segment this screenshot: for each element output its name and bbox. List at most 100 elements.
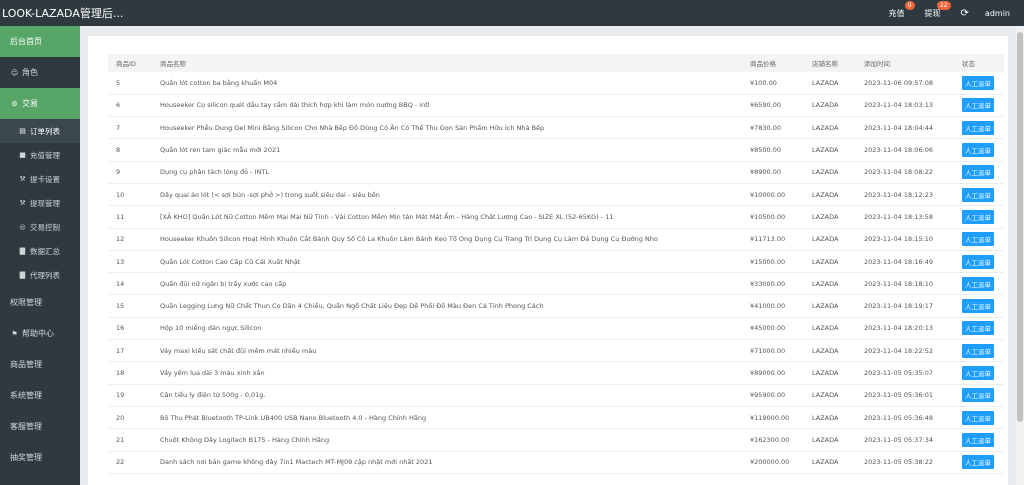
table-row: 21 Chuột Không Dây Logitech B175 - Hàng C… <box>108 428 1004 452</box>
sidebar-sub-label: 订单列表 <box>30 126 60 136</box>
user-menu[interactable]: admin <box>979 9 1024 18</box>
sidebar-sub-recharge[interactable]: ■ 充值管理 <box>0 143 80 167</box>
sidebar-item-help[interactable]: ⚑ 帮助中心 <box>0 318 80 349</box>
dispatch-button[interactable]: 人工派单 <box>962 98 994 113</box>
cell-time: 2023-11-04 18:03:13 <box>856 94 954 118</box>
recharge-label: 充值 <box>888 8 905 18</box>
cell-time: 2023-11-04 18:22:52 <box>856 339 954 363</box>
dispatch-button[interactable]: 人工派单 <box>962 455 994 470</box>
dispatch-button[interactable]: 人工派单 <box>962 366 994 380</box>
sidebar-item-products[interactable]: 商品管理 <box>0 349 80 380</box>
cell-time: 2023-11-04 18:19:17 <box>856 294 954 318</box>
cell-shop: LAZADA <box>804 183 856 207</box>
cell-time: 2023-11-05 05:36:48 <box>856 406 954 430</box>
sidebar-item-trade[interactable]: ⚙ 交易 <box>0 88 80 119</box>
dispatch-button[interactable]: 人工派单 <box>962 343 994 358</box>
cell-price: ¥41000.00 <box>742 294 804 318</box>
cell-name: Cân tiểu ly điện tử 500g - 0,01g. <box>152 384 742 407</box>
cell-time: 2023-11-04 18:06:06 <box>856 138 954 162</box>
cell-price: ¥45000.00 <box>742 317 804 341</box>
sidebar-item-role[interactable]: ☺ 角色 <box>0 57 80 88</box>
dispatch-button[interactable]: 人工派单 <box>962 254 994 269</box>
sidebar-item-system[interactable]: 系统管理 <box>0 380 80 411</box>
cell-price: ¥100.00 <box>742 72 804 95</box>
flag-icon: ⚑ <box>11 329 18 338</box>
dispatch-button[interactable]: 人工派单 <box>962 432 994 447</box>
dispatch-button[interactable]: 人工派单 <box>962 410 994 425</box>
cell-time: 2023-11-04 18:12:23 <box>856 183 954 207</box>
wrench-icon: ⚒ <box>19 175 26 183</box>
cell-time: 2023-11-05 05:36:01 <box>856 384 954 407</box>
cell-shop: LAZADA <box>804 339 856 363</box>
cell-name: Quần Legging Lưng Nữ Chất Thun Co Dãn 4 … <box>152 294 742 318</box>
cell-name: [XẢ KHO] Quần Lót Nữ Cotton Mềm Mại Mại … <box>152 205 742 229</box>
dispatch-button[interactable]: 人工派单 <box>962 75 994 90</box>
cell-status: 人工派单 <box>954 183 1004 207</box>
cell-name: Quần Lót Cotton Cao Cấp Cũ Cái Xuất Nhật <box>152 250 742 274</box>
cell-price: ¥71000.00 <box>742 339 804 363</box>
cell-name: Houseeker Cọ silicon quét dầu tay cầm dà… <box>152 94 742 118</box>
dispatch-button[interactable]: 人工派单 <box>962 187 994 202</box>
sidebar-sub-withdraw[interactable]: ⚒ 提现管理 <box>0 191 80 215</box>
cell-id: 19 <box>108 384 152 407</box>
tool-icon: ⚒ <box>19 199 26 207</box>
scrollbar-thumb[interactable] <box>1017 32 1023 422</box>
sidebar-sub-label: 充值管理 <box>30 150 60 160</box>
cell-id: 18 <box>108 361 152 385</box>
cell-id: 7 <box>108 116 152 140</box>
refresh-icon[interactable]: ⟳ <box>951 8 979 19</box>
cell-name: Houseeker Khuôn Silicon Hoạt Hình Khuôn … <box>152 228 742 251</box>
dispatch-button[interactable]: 人工派单 <box>962 276 994 291</box>
chart-icon: ▇ <box>19 271 26 279</box>
cell-status: 人工派单 <box>954 228 1004 251</box>
cell-price: ¥15000.00 <box>742 250 804 274</box>
cell-name: Váy maxi kiểu sát chất đũi mềm mát nhiều… <box>152 339 742 363</box>
cell-status: 人工派单 <box>954 339 1004 363</box>
sidebar-item-permissions[interactable]: 权限管理 <box>0 287 80 318</box>
cell-time: 2023-11-04 18:08:22 <box>856 161 954 184</box>
sidebar-item-support[interactable]: 客服管理 <box>0 411 80 442</box>
cell-price: ¥119000.00 <box>742 406 804 430</box>
cell-shop: LAZADA <box>804 116 856 140</box>
dispatch-button[interactable]: 人工派单 <box>962 232 994 247</box>
cell-id: 13 <box>108 250 152 274</box>
sidebar-item-home[interactable]: 后台首页 <box>0 26 80 57</box>
dispatch-button[interactable]: 人工派单 <box>962 209 994 224</box>
cell-shop: LAZADA <box>804 138 856 162</box>
cell-time: 2023-11-04 18:04:44 <box>856 116 954 140</box>
cell-id: 6 <box>108 94 152 118</box>
sidebar-sub-data-summary[interactable]: ▇ 数据汇总 <box>0 239 80 263</box>
sidebar-sub-card-settings[interactable]: ⚒ 提卡设置 <box>0 167 80 191</box>
cell-shop: LAZADA <box>804 272 856 296</box>
cell-price: ¥6590.00 <box>742 94 804 118</box>
dispatch-button[interactable]: 人工派单 <box>962 299 994 314</box>
dispatch-button[interactable]: 人工派单 <box>962 388 994 403</box>
top-bar: LOOK-LAZADA管理后... 充值 0 提现 22 ⟳ admin <box>0 0 1024 26</box>
sidebar-sub-trade-control[interactable]: ◎ 交易控制 <box>0 215 80 239</box>
scrollbar[interactable] <box>1016 26 1024 485</box>
dispatch-button[interactable]: 人工派单 <box>962 165 994 180</box>
column-header: 添加时间 <box>864 60 890 68</box>
sidebar: 后台首页 ☺ 角色 ⚙ 交易 ▤ 订单列表 ■ 充值管理 ⚒ 提卡设置 ⚒ 提现… <box>0 26 80 485</box>
dispatch-button[interactable]: 人工派单 <box>962 120 994 135</box>
card-icon: ■ <box>19 151 26 159</box>
dispatch-button[interactable]: 人工派单 <box>962 321 994 336</box>
sidebar-item-label: 客服管理 <box>10 422 42 431</box>
table-header-row: 商品ID 商品名称 商品价格 店铺名称 添加时间 状态 <box>108 54 1004 72</box>
sidebar-sub-agents[interactable]: ▇ 代理列表 <box>0 263 80 287</box>
cell-price: ¥10500.00 <box>742 205 804 229</box>
table-row: 19 Cân tiểu ly điện tử 500g - 0,01g. ¥9590… <box>108 384 1004 407</box>
table-row: 18 Váy yếm lụa dài 3 màu xinh xắn ¥89000.0… <box>108 361 1004 385</box>
main-content: 商品ID 商品名称 商品价格 店铺名称 添加时间 状态 5 Quần lót co… <box>80 26 1024 485</box>
cell-shop: LAZADA <box>804 228 856 251</box>
cell-shop: LAZADA <box>804 451 856 474</box>
table-row: 14 Quần đùi nữ ngăn bị trầy xước cao cấp ¥… <box>108 272 1004 296</box>
cell-shop: LAZADA <box>804 406 856 430</box>
sidebar-sub-orders[interactable]: ▤ 订单列表 <box>0 119 80 143</box>
withdraw-link[interactable]: 提现 22 <box>915 0 951 26</box>
dispatch-button[interactable]: 人工派单 <box>962 143 994 158</box>
sidebar-item-lottery[interactable]: 抽奖管理 <box>0 442 80 473</box>
cell-shop: LAZADA <box>804 317 856 341</box>
recharge-link[interactable]: 充值 0 <box>879 0 915 26</box>
cart-icon: ▤ <box>19 127 26 135</box>
